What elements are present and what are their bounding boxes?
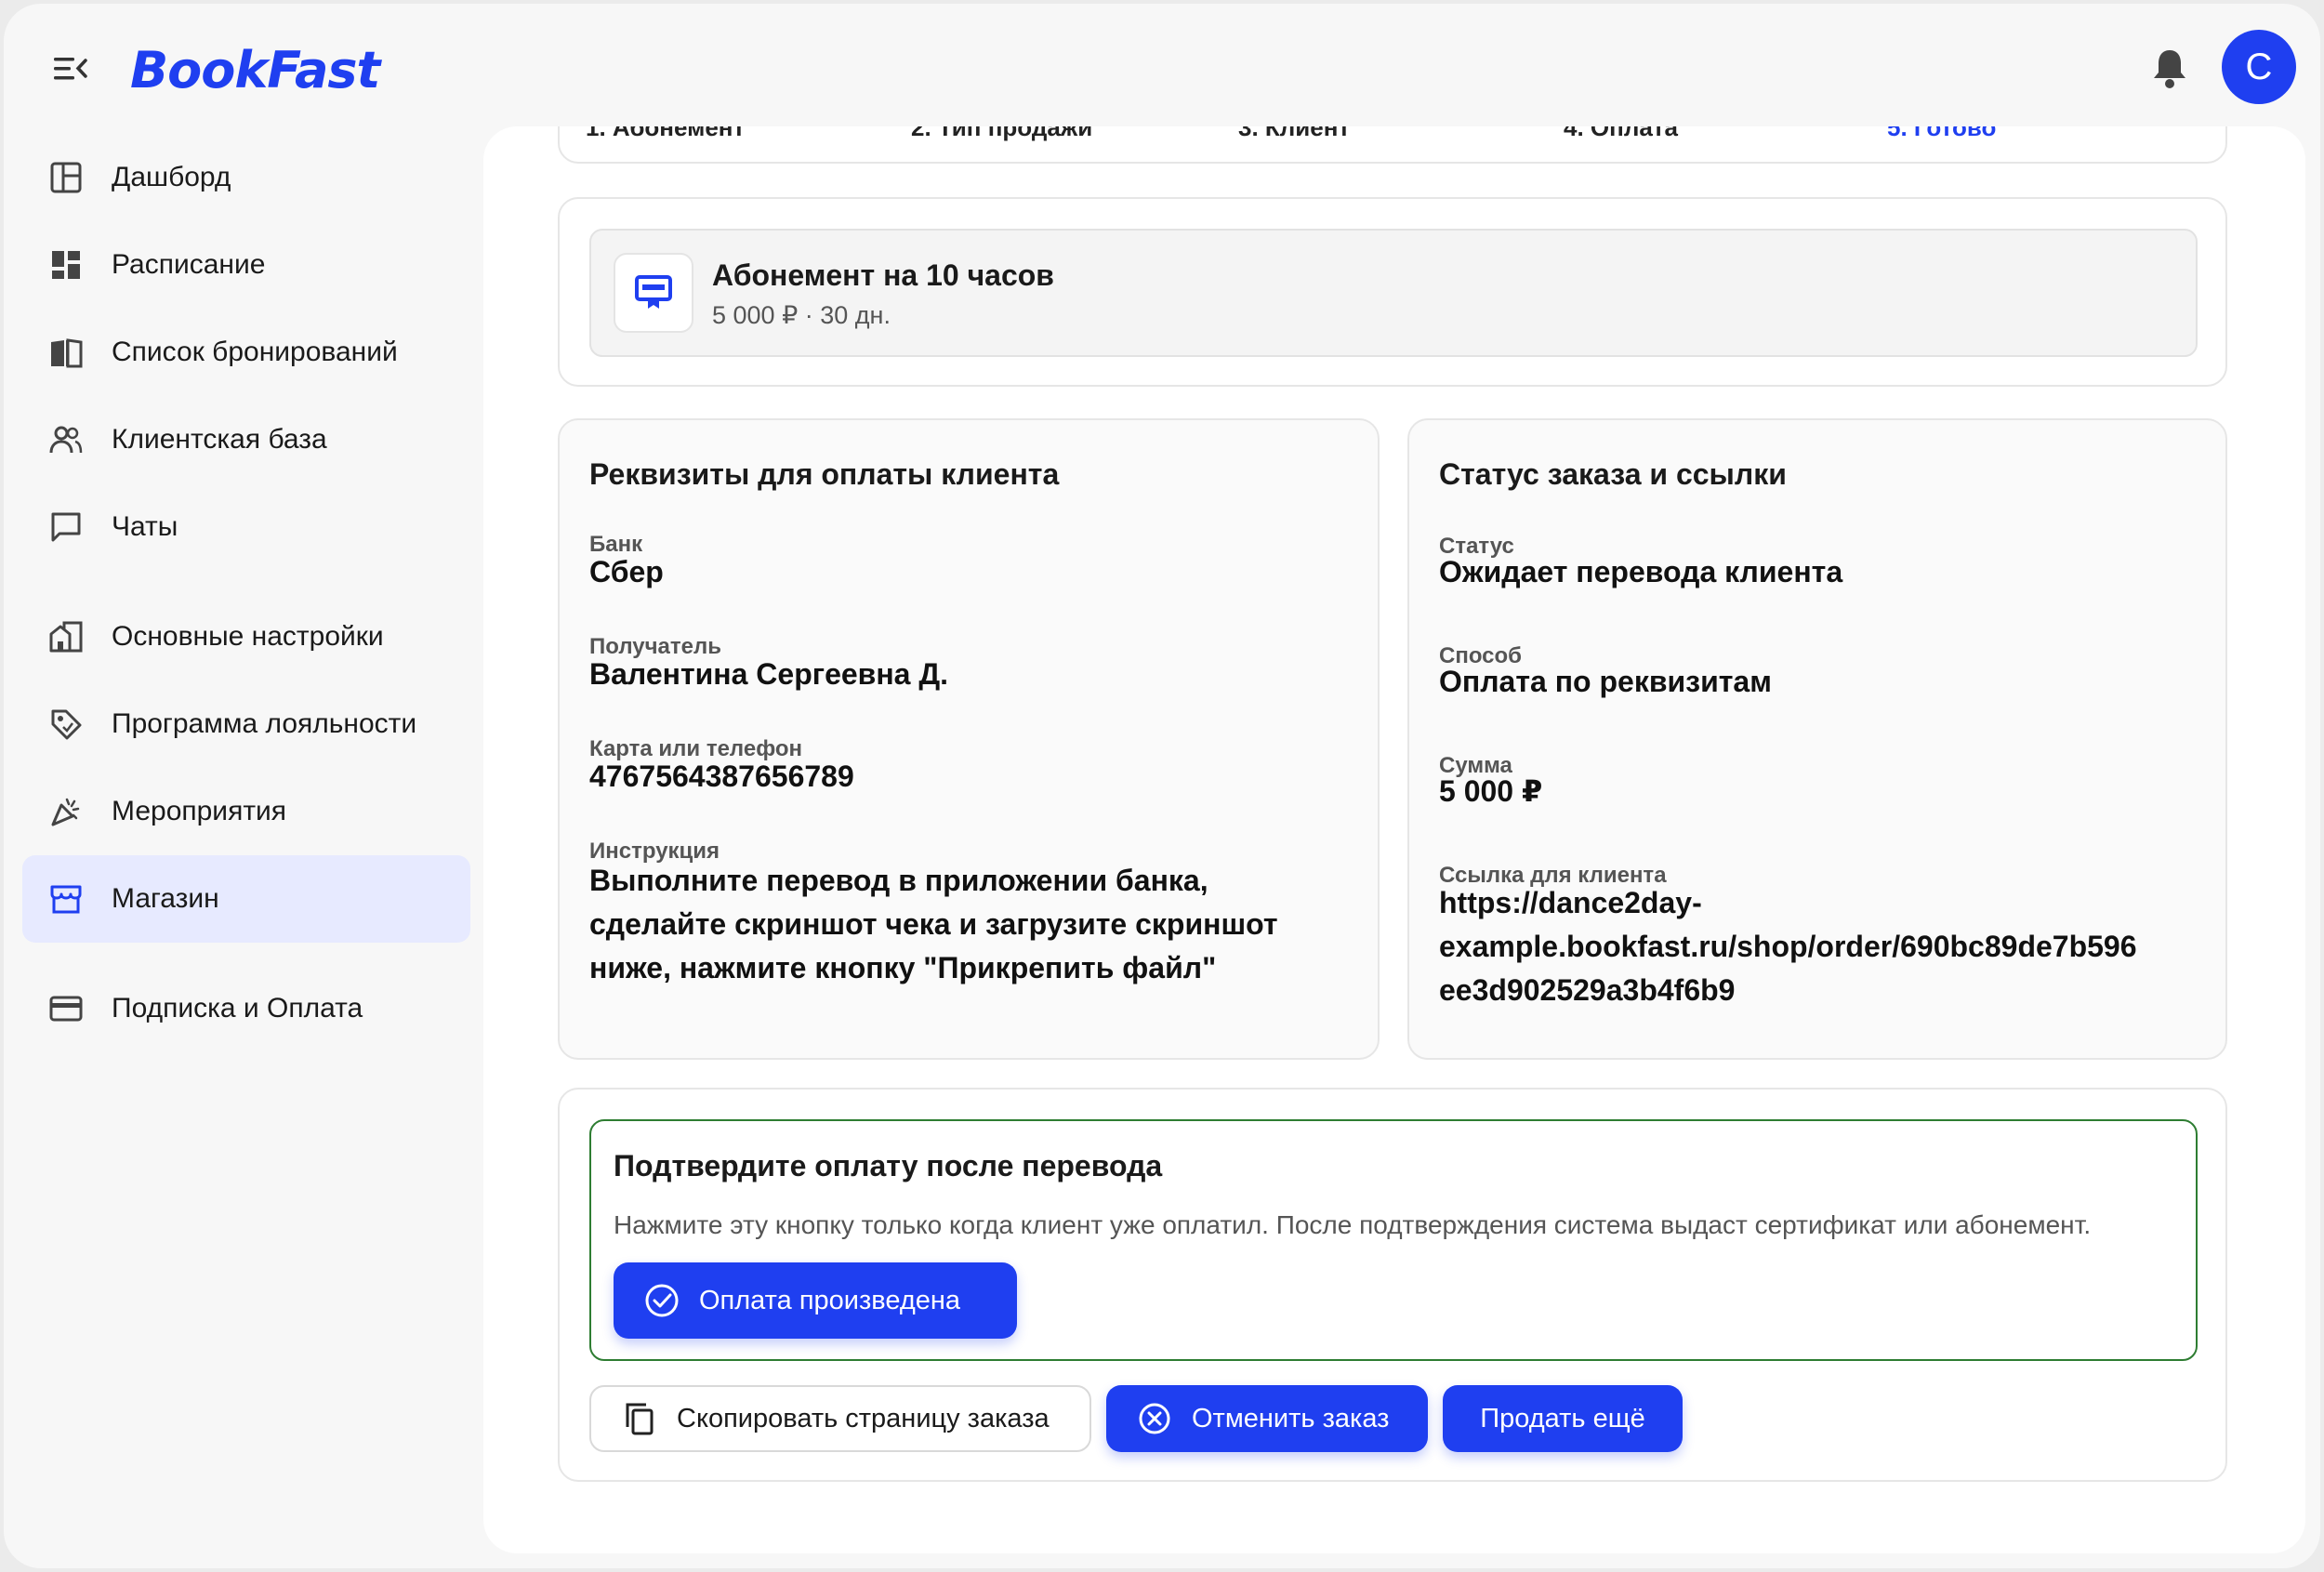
confirm-description: Нажмите эту кнопку только когда клиент у… (614, 1210, 2092, 1239)
cancel-order-button[interactable]: Отменить заказ (1106, 1385, 1428, 1452)
instruction-line: ниже, нажмите кнопку "Прикрепить файл" (589, 951, 1217, 984)
product-meta: 5 000 ₽ · 30 дн. (712, 301, 891, 329)
recipient-value: Валентина Сергеевна Д. (589, 657, 949, 691)
tag-icon (48, 707, 84, 742)
sidebar-item-events[interactable]: Мероприятия (22, 768, 470, 855)
step-item-current[interactable]: 5. Готово (1887, 126, 1996, 142)
sidebar-item-settings[interactable]: Основные настройки (22, 593, 470, 680)
bank-value: Сбер (589, 555, 664, 588)
client-link-line[interactable]: example.bookfast.ru/shop/order/690bc89de… (1439, 925, 2137, 969)
copy-order-page-button[interactable]: Скопировать страницу заказа (589, 1385, 1091, 1452)
x-circle-icon (1136, 1400, 1173, 1437)
sidebar-item-label: Чаты (112, 511, 178, 542)
status-value: Ожидает перевода клиента (1439, 555, 1843, 588)
sidebar-item-label: Программа лояльности (112, 708, 417, 739)
sidebar-item-schedule[interactable]: Расписание (22, 221, 470, 309)
avatar[interactable]: C (2222, 30, 2296, 104)
sidebar-item-chats[interactable]: Чаты (22, 483, 470, 571)
sidebar-item-label: Основные настройки (112, 621, 384, 652)
credit-card-icon (48, 991, 84, 1026)
copy-order-page-label: Скопировать страницу заказа (677, 1403, 1050, 1433)
book-icon (48, 335, 84, 370)
confirm-title: Подтвердите оплату после перевода (614, 1149, 1163, 1182)
sidebar-item-label: Список бронирований (112, 337, 398, 367)
certificate-card-icon (614, 253, 693, 333)
sidebar-item-dashboard[interactable]: Дашборд (22, 134, 470, 221)
payment-details-title: Реквизиты для оплаты клиента (589, 457, 1060, 491)
client-link-line[interactable]: ee3d902529a3b4f6b9 (1439, 969, 2137, 1012)
sell-more-label: Продать ещё (1480, 1403, 1645, 1433)
product-summary-card: Абонемент на 10 часов 5 000 ₽ · 30 дн. (558, 197, 2227, 387)
copy-icon (621, 1400, 658, 1437)
chat-icon (48, 509, 84, 545)
app-window: BookFast C Дашборд Расписание Список бро… (4, 4, 2320, 1568)
payment-details-card: Реквизиты для оплаты клиента Банк Сбер П… (558, 418, 1380, 1060)
grid-icon (48, 247, 84, 283)
cancel-order-label: Отменить заказ (1192, 1403, 1390, 1433)
instruction-value: Выполните перевод в приложении банка, сд… (589, 859, 1278, 990)
sidebar-item-store[interactable]: Магазин (22, 855, 470, 943)
step-item[interactable]: 2. Тип продажи (911, 126, 1092, 142)
step-item[interactable]: 4. Оплата (1564, 126, 1678, 142)
amount-value: 5 000 ₽ (1439, 774, 1543, 808)
card-value: 4767564387656789 (589, 760, 854, 793)
sidebar-item-label: Клиентская база (112, 424, 327, 455)
top-bar: BookFast C (4, 4, 2320, 130)
sidebar-item-label: Магазин (112, 883, 219, 914)
client-link-line[interactable]: https://dance2day- (1439, 881, 2137, 925)
sidebar-item-label: Мероприятия (112, 796, 287, 826)
store-icon (48, 881, 84, 917)
instruction-line: сделайте скриншот чека и загрузите скрин… (589, 907, 1278, 941)
product-name: Абонемент на 10 часов (712, 258, 1054, 292)
sidebar-item-bookings[interactable]: Список бронирований (22, 309, 470, 396)
sidebar-item-loyalty[interactable]: Программа лояльности (22, 680, 470, 768)
order-status-title: Статус заказа и ссылки (1439, 457, 1787, 491)
menu-collapse-icon[interactable] (52, 52, 89, 86)
app-logo[interactable]: BookFast (130, 37, 380, 102)
step-item[interactable]: 3. Клиент (1238, 126, 1350, 142)
instruction-line: Выполните перевод в приложении банка, (589, 864, 1208, 897)
users-icon (48, 422, 84, 457)
sidebar-item-subscription[interactable]: Подписка и Оплата (22, 965, 470, 1052)
check-circle-icon (643, 1282, 680, 1319)
main-panel: 1. Абонемент 2. Тип продажи 3. Клиент 4.… (483, 126, 2305, 1553)
party-icon (48, 794, 84, 829)
sidebar-item-label: Подписка и Оплата (112, 993, 363, 1024)
confirm-payment-box: Подтвердите оплату после перевода Нажмит… (589, 1119, 2198, 1361)
client-link-value[interactable]: https://dance2day- example.bookfast.ru/s… (1439, 881, 2137, 1012)
sidebar-item-label: Дашборд (112, 162, 231, 192)
method-value: Оплата по реквизитам (1439, 665, 1772, 698)
sidebar-item-label: Расписание (112, 249, 266, 280)
payment-done-label: Оплата произведена (699, 1285, 961, 1315)
order-stepper: 1. Абонемент 2. Тип продажи 3. Клиент 4.… (558, 126, 2227, 164)
confirm-section: Подтвердите оплату после перевода Нажмит… (558, 1088, 2227, 1482)
dashboard-icon (48, 160, 84, 195)
step-item[interactable]: 1. Абонемент (586, 126, 745, 142)
sidebar-item-clients[interactable]: Клиентская база (22, 396, 470, 483)
sell-more-button[interactable]: Продать ещё (1443, 1385, 1683, 1452)
bell-icon[interactable] (2151, 46, 2188, 89)
payment-done-button[interactable]: Оплата произведена (614, 1262, 1017, 1339)
order-status-card: Статус заказа и ссылки Статус Ожидает пе… (1407, 418, 2227, 1060)
building-icon (48, 619, 84, 654)
product-item: Абонемент на 10 часов 5 000 ₽ · 30 дн. (589, 229, 2198, 357)
